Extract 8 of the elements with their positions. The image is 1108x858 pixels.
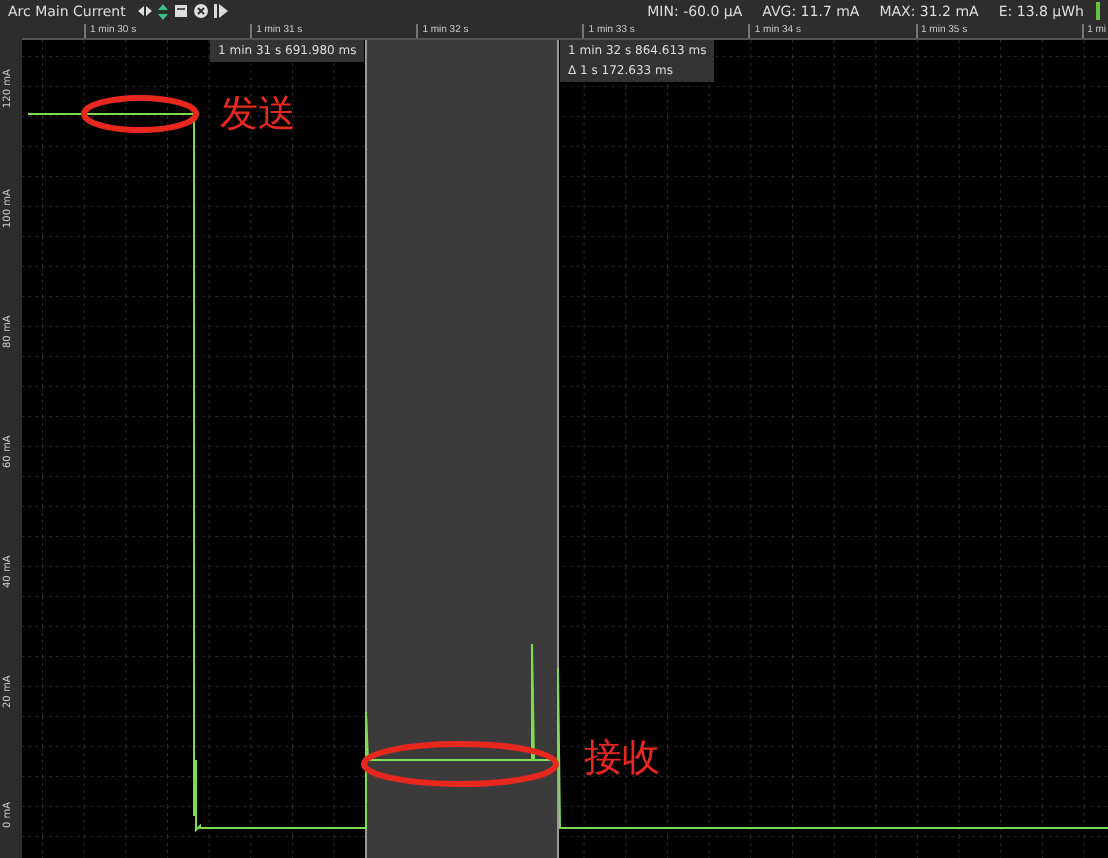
play-icon[interactable]: [213, 4, 228, 18]
annotation-text: 发送: [220, 92, 296, 136]
annotation-ellipse: [81, 95, 199, 133]
zoom-icon[interactable]: [157, 3, 168, 19]
close-icon[interactable]: [193, 4, 208, 18]
square-icon[interactable]: [173, 4, 188, 18]
annotation-text: 接收: [584, 736, 660, 780]
pan-icon[interactable]: [137, 4, 152, 18]
